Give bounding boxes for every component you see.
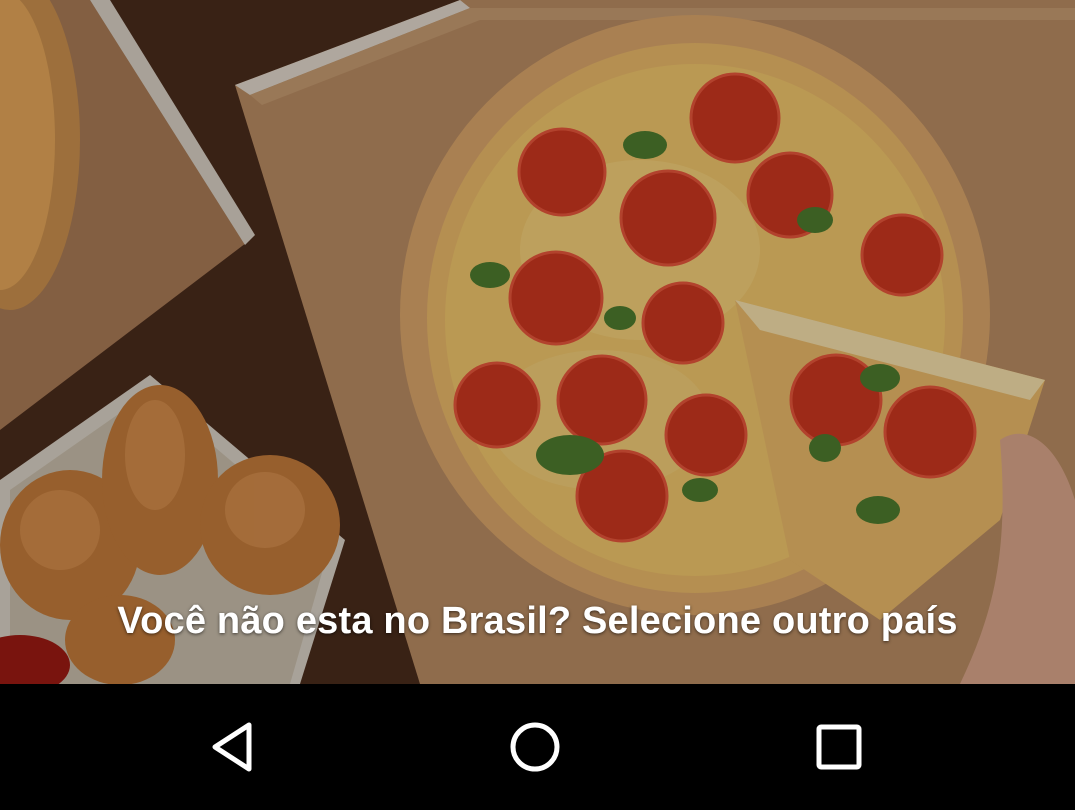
food-background-image: Você não esta no Brasil? Selecione outro… <box>0 0 1075 684</box>
back-triangle-icon <box>212 722 252 772</box>
recents-button[interactable] <box>804 712 874 782</box>
app-screen: Você não esta no Brasil? Selecione outro… <box>0 0 1075 810</box>
image-dim-overlay <box>0 0 1075 684</box>
home-circle-icon <box>510 722 560 772</box>
select-other-country-link[interactable]: Você não esta no Brasil? Selecione outro… <box>0 600 1075 643</box>
back-button[interactable] <box>198 712 268 782</box>
android-navigation-bar <box>0 684 1075 810</box>
home-button[interactable] <box>500 712 570 782</box>
recents-square-icon <box>816 724 862 770</box>
